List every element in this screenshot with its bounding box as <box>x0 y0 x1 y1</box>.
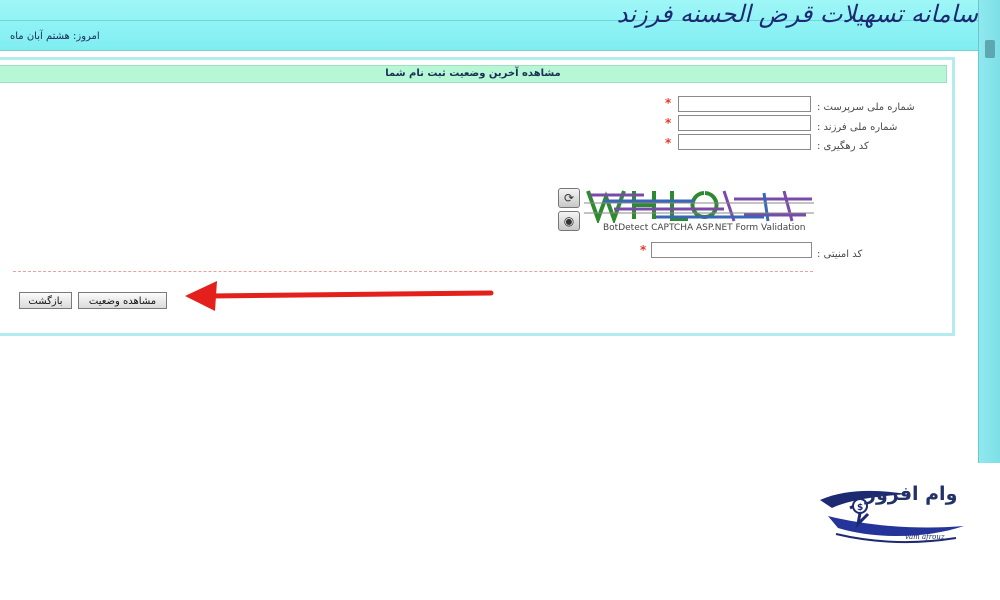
tracking-code-input[interactable] <box>678 134 811 150</box>
svg-text:$: $ <box>857 503 863 513</box>
required-star: * <box>665 136 672 150</box>
right-side-strip <box>978 0 1000 463</box>
view-status-button[interactable]: مشاهده وضعیت <box>78 292 167 309</box>
child-national-id-input[interactable] <box>678 115 811 131</box>
form-divider <box>13 271 813 272</box>
child-national-id-label: شماره ملی فرزند : <box>817 122 898 133</box>
side-strip-handle <box>985 40 995 58</box>
required-star: * <box>665 116 672 130</box>
logo-subtitle: vam afrouz <box>905 533 945 541</box>
security-code-input[interactable] <box>651 242 812 258</box>
panel-title: مشاهده آخرین وضعیت ثبت نام شما <box>0 65 947 83</box>
parent-national-id-input[interactable] <box>678 96 811 112</box>
logo-wordmark: وام افروز <box>865 483 958 505</box>
tracking-code-label: کد رهگیری : <box>817 141 869 152</box>
required-star: * <box>665 96 672 110</box>
top-banner: امروز: هشتم آبان ماه سامانه تسهیلات قرض … <box>0 0 1000 51</box>
captcha-sound-icon[interactable]: ◉ <box>558 211 580 231</box>
captcha-image <box>584 187 814 223</box>
site-brand-title: سامانه تسهیلات قرض الحسنه فرزند <box>616 0 978 28</box>
parent-national-id-label: شماره ملی سرپرست : <box>817 102 915 113</box>
required-star: * <box>640 243 647 257</box>
red-arrow-annotation <box>185 281 494 311</box>
back-button[interactable]: بازگشت <box>19 292 72 309</box>
captcha-caption: BotDetect CAPTCHA ASP.NET Form Validatio… <box>603 223 806 233</box>
security-code-label: کد امنیتی : <box>817 249 863 260</box>
captcha-reload-icon[interactable]: ⟳ <box>558 188 580 208</box>
today-date: امروز: هشتم آبان ماه <box>10 31 100 42</box>
